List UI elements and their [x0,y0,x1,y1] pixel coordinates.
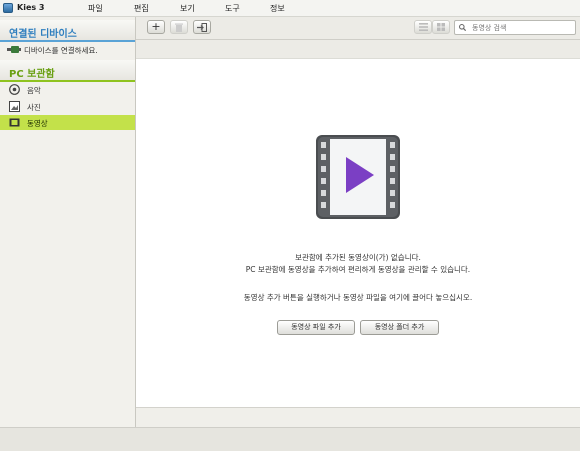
trash-icon [175,23,183,32]
export-button[interactable] [193,20,211,34]
connect-device-prompt: 디바이스를 연결하세요. [0,42,135,57]
app-icon [3,3,13,13]
video-icon [9,118,20,127]
menu-file[interactable]: 파일 [88,3,103,14]
sidebar-item-label: 동영상 [27,119,48,128]
main-content: 보관함에 추가된 동영상이(가) 없습니다. PC 보관함에 동영상을 추가하여… [136,58,580,408]
menu-bar: Kies 3 파일 편집 보기 도구 정보 [0,0,580,17]
search-box[interactable] [454,20,576,35]
menu-view[interactable]: 보기 [180,3,195,14]
devices-header[interactable]: 연결된 디바이스 [0,20,135,42]
connect-prompt-label: 디바이스를 연결하세요. [24,46,98,55]
empty-message-instruction: 동영상 추가 버튼을 실행하거나 동영상 파일을 여기에 끌어다 놓으십시오. [243,293,473,302]
devices-header-label: 연결된 디바이스 [9,29,77,40]
pc-library-header[interactable]: PC 보관함 [0,60,135,82]
sidebar-item-videos[interactable]: 동영상 [0,115,135,130]
search-input[interactable] [472,22,572,33]
sidebar-item-music[interactable]: 음악 [0,82,135,97]
sidebar-item-label: 사진 [27,103,41,112]
add-video-file-button[interactable]: 동영상 파일 추가 [277,320,355,335]
delete-button[interactable] [170,20,188,34]
sidebar-item-photos[interactable]: 사진 [0,99,135,114]
music-icon [9,84,20,95]
sidebar: 연결된 디바이스 디바이스를 연결하세요. PC 보관함 음악 사진 동영상 [0,17,136,427]
pc-library-header-label: PC 보관함 [9,69,55,80]
search-icon [459,24,466,31]
list-view-button[interactable] [414,20,432,34]
app-title: Kies 3 [17,3,45,12]
add-button[interactable]: + [147,20,165,34]
status-bar [0,427,580,451]
add-video-folder-button[interactable]: 동영상 폴더 추가 [360,320,439,335]
list-view-icon [418,23,428,31]
grid-view-button[interactable] [432,20,450,34]
grid-view-icon [437,23,445,31]
video-placeholder-icon [316,135,400,219]
menu-info[interactable]: 정보 [270,3,285,14]
sidebar-item-label: 음악 [27,86,41,95]
toolbar: + [136,17,580,40]
device-cable-icon [7,46,21,53]
empty-message-title: 보관함에 추가된 동영상이(가) 없습니다. [295,253,421,262]
lower-panel [136,407,580,428]
menu-tools[interactable]: 도구 [225,3,240,14]
export-icon [197,23,207,32]
photo-icon [9,101,20,112]
menu-edit[interactable]: 편집 [134,3,149,14]
empty-message-description: PC 보관함에 동영상을 추가하여 편리하게 동영상을 관리할 수 있습니다. [245,265,471,274]
